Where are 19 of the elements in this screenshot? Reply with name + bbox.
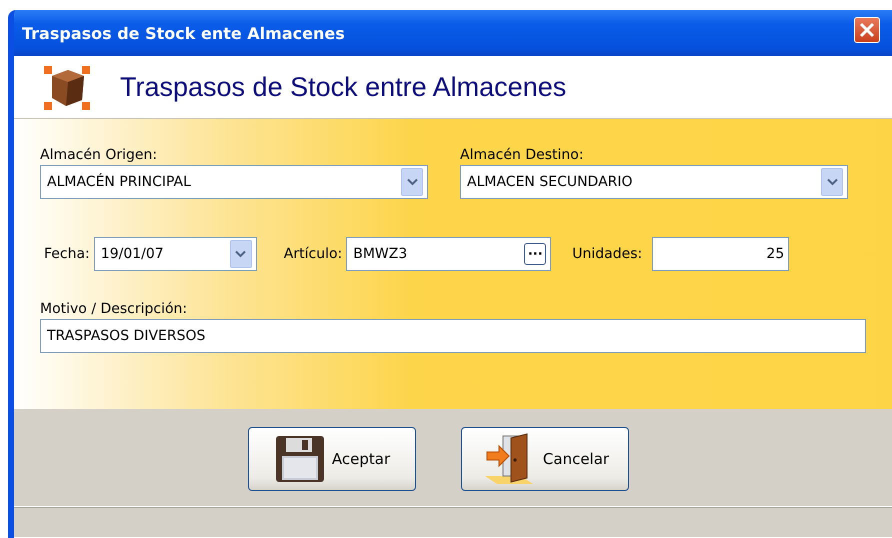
close-icon	[859, 22, 875, 38]
cancel-button[interactable]: Cancelar	[461, 427, 629, 491]
close-button[interactable]	[854, 17, 880, 43]
window-title: Traspasos de Stock ente Almacenes	[22, 24, 345, 42]
units-field[interactable]: 25	[652, 237, 790, 271]
date-dropdown[interactable]: 19/01/07	[94, 237, 257, 271]
field-label: Unidades:	[572, 246, 642, 262]
accept-button[interactable]: Aceptar	[248, 427, 416, 491]
origin-warehouse-dropdown[interactable]: ALMACÉN PRINCIPAL	[40, 165, 428, 199]
field-label: Motivo / Descripción:	[40, 301, 188, 317]
field-label: Almacén Origen:	[40, 147, 158, 163]
field-label: Fecha:	[44, 246, 90, 262]
browse-button[interactable]: ···	[524, 243, 546, 265]
description-field[interactable]: TRASPASOS DIVERSOS	[40, 319, 866, 353]
article-field[interactable]: BMWZ3 ···	[346, 237, 552, 271]
field-label: Almacén Destino:	[460, 147, 585, 163]
field-label: Artículo:	[284, 246, 342, 262]
destination-warehouse-dropdown[interactable]: ALMACEN SECUNDARIO	[460, 165, 848, 199]
dialog-heading: Traspasos de Stock entre Almacenes	[120, 72, 566, 102]
